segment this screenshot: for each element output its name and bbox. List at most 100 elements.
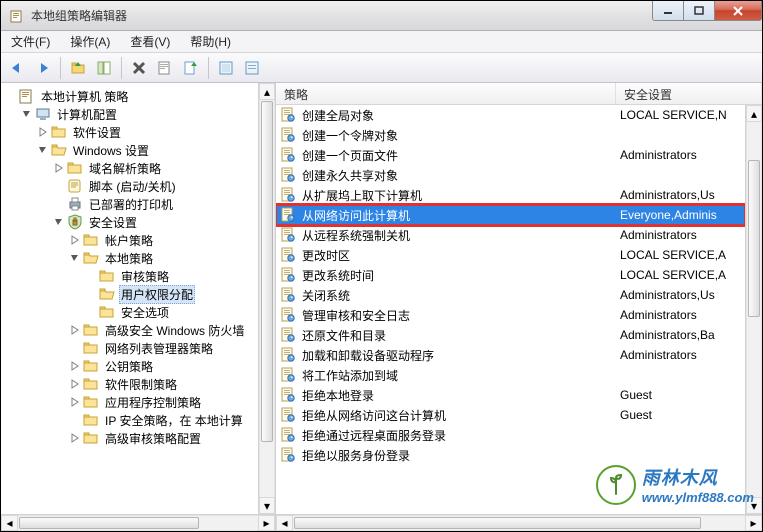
twisty-icon[interactable] [37,126,49,138]
policy-row[interactable]: 从扩展坞上取下计算机Administrators,Us [276,185,745,205]
close-button[interactable] [714,1,762,21]
twisty-icon[interactable] [69,378,81,390]
tree-public-key[interactable]: 公钥策略 [5,357,258,375]
tree-app-control[interactable]: 应用程序控制策略 [5,393,258,411]
twisty-icon[interactable] [53,162,65,174]
twisty-icon[interactable] [5,90,17,102]
twisty-icon[interactable] [53,198,65,210]
twisty-icon[interactable] [53,180,65,192]
twisty-icon[interactable] [69,252,81,264]
menu-view[interactable]: 查看(V) [126,31,174,52]
export-button[interactable] [179,56,203,80]
tree-nlm[interactable]: 网络列表管理器策略 [5,339,258,357]
tree-software-restrict[interactable]: 软件限制策略 [5,375,258,393]
list-pane: 策略 安全设置 创建全局对象LOCAL SERVICE,N创建一个令牌对象创建一… [276,83,762,531]
policy-row[interactable]: 更改系统时间LOCAL SERVICE,A [276,265,745,285]
policy-row[interactable]: 创建永久共享对象 [276,165,745,185]
twisty-icon[interactable] [69,342,81,354]
tree-ipsec[interactable]: IP 安全策略，在 本地计算 [5,411,258,429]
scroll-down-icon[interactable]: ▾ [746,497,762,514]
maximize-button[interactable] [683,1,715,21]
list-vertical-scrollbar[interactable]: ▴ ▾ [745,105,762,514]
tree-local-policies[interactable]: 本地策略 [5,249,258,267]
menu-file[interactable]: 文件(F) [7,31,54,52]
twisty-icon[interactable] [37,144,49,156]
menu-help[interactable]: 帮助(H) [186,31,235,52]
scroll-up-icon[interactable]: ▴ [259,83,275,100]
tree-scripts[interactable]: 脚本 (启动/关机) [5,177,258,195]
policy-name: 拒绝本地登录 [302,387,374,404]
tree-vertical-scrollbar[interactable]: ▴ ▾ [258,83,275,514]
tree-windows-settings[interactable]: Windows 设置 [5,141,258,159]
tree-adv-audit[interactable]: 高级审核策略配置 [5,429,258,447]
policy-row[interactable]: 创建一个令牌对象 [276,125,745,145]
twisty-icon[interactable] [69,360,81,372]
twisty-icon[interactable] [69,432,81,444]
tree-security-options[interactable]: 安全选项 [5,303,258,321]
menu-action[interactable]: 操作(A) [66,31,114,52]
policy-row[interactable]: 还原文件和目录Administrators,Ba [276,325,745,345]
list-horizontal-scrollbar[interactable]: ◂ ▸ [276,514,762,531]
up-button[interactable] [66,56,90,80]
policy-row[interactable]: 从网络访问此计算机Everyone,Adminis [276,205,745,225]
column-security-setting[interactable]: 安全设置 [616,83,762,104]
scroll-left-icon[interactable]: ◂ [276,515,293,531]
forward-button[interactable] [31,56,55,80]
properties-button[interactable] [153,56,177,80]
tree-view[interactable]: 本地计算机 策略计算机配置软件设置Windows 设置域名解析策略脚本 (启动/… [1,83,258,514]
policy-row[interactable]: 关闭系统Administrators,Us [276,285,745,305]
node-icon [19,88,35,104]
tree-computer-config[interactable]: 计算机配置 [5,105,258,123]
tree-account-policies[interactable]: 帐户策略 [5,231,258,249]
twisty-icon[interactable] [85,288,97,300]
policy-row[interactable]: 管理审核和安全日志Administrators [276,305,745,325]
policy-row[interactable]: 创建一个页面文件Administrators [276,145,745,165]
policy-icon [280,187,296,203]
minimize-button[interactable] [652,1,684,21]
twisty-icon[interactable] [53,216,65,228]
column-policy[interactable]: 策略 [276,83,616,104]
twisty-icon[interactable] [85,270,97,282]
policy-row[interactable]: 拒绝从网络访问这台计算机Guest [276,405,745,425]
policy-icon [280,307,296,323]
scroll-right-icon[interactable]: ▸ [745,515,762,531]
scroll-down-icon[interactable]: ▾ [259,497,275,514]
twisty-icon[interactable] [85,306,97,318]
node-icon [83,250,99,266]
tree-adv-firewall[interactable]: 高级安全 Windows 防火墙 [5,321,258,339]
twisty-icon[interactable] [69,234,81,246]
tree-security[interactable]: 安全设置 [5,213,258,231]
policy-row[interactable]: 拒绝本地登录Guest [276,385,745,405]
node-icon [83,358,99,374]
policy-row[interactable]: 更改时区LOCAL SERVICE,A [276,245,745,265]
tree-audit-policy[interactable]: 审核策略 [5,267,258,285]
tree-root[interactable]: 本地计算机 策略 [5,87,258,105]
tree-user-rights[interactable]: 用户权限分配 [5,285,258,303]
tree-horizontal-scrollbar[interactable]: ◂ ▸ [1,514,275,531]
policy-row[interactable]: 从远程系统强制关机Administrators [276,225,745,245]
twisty-icon[interactable] [69,414,81,426]
policy-row[interactable]: 拒绝通过远程桌面服务登录 [276,425,745,445]
tree-printers[interactable]: 已部署的打印机 [5,195,258,213]
scroll-right-icon[interactable]: ▸ [258,515,275,531]
policy-row[interactable]: 创建全局对象LOCAL SERVICE,N [276,105,745,125]
back-button[interactable] [5,56,29,80]
scroll-up-icon[interactable]: ▴ [746,105,762,122]
policy-icon [280,347,296,363]
help-button[interactable] [240,56,264,80]
policy-row[interactable]: 将工作站添加到域 [276,365,745,385]
twisty-icon[interactable] [69,324,81,336]
list-body[interactable]: 创建全局对象LOCAL SERVICE,N创建一个令牌对象创建一个页面文件Adm… [276,105,745,514]
refresh-button[interactable] [214,56,238,80]
policy-row[interactable]: 拒绝以服务身份登录 [276,445,745,465]
show-hide-tree-button[interactable] [92,56,116,80]
tree-dns-policy[interactable]: 域名解析策略 [5,159,258,177]
tree-label: 审核策略 [119,267,171,286]
delete-button[interactable] [127,56,151,80]
node-icon [67,196,83,212]
policy-row[interactable]: 加载和卸载设备驱动程序Administrators [276,345,745,365]
twisty-icon[interactable] [69,396,81,408]
scroll-left-icon[interactable]: ◂ [1,515,18,531]
twisty-icon[interactable] [21,108,33,120]
tree-software-settings[interactable]: 软件设置 [5,123,258,141]
